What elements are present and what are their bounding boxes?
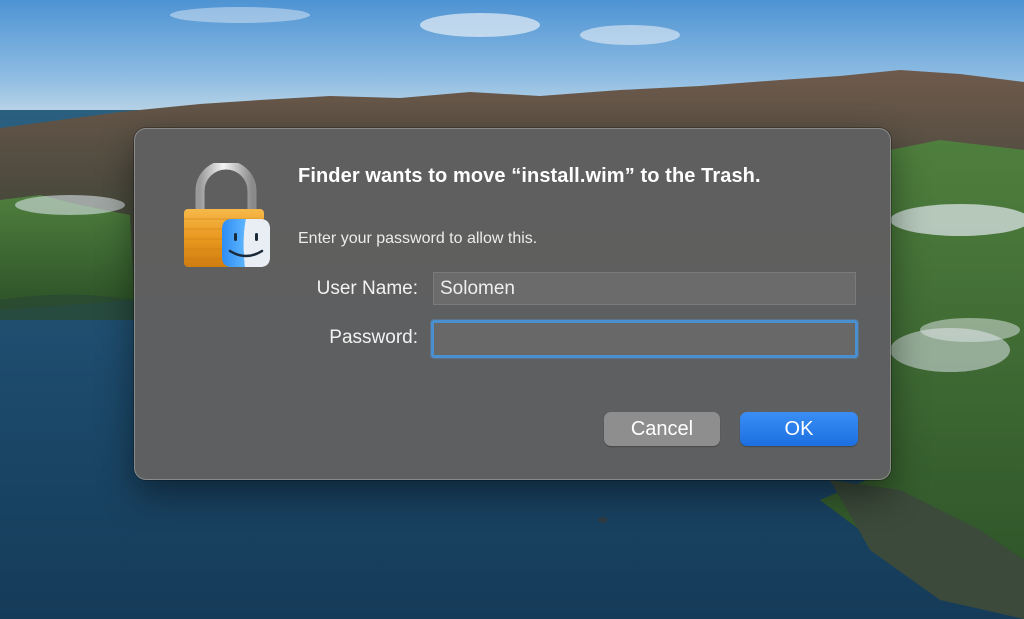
- desktop: Finder wants to move “install.wim” to th…: [0, 0, 1024, 619]
- dialog-title: Finder wants to move “install.wim” to th…: [298, 165, 761, 187]
- dialog-message: Enter your password to allow this.: [298, 230, 538, 247]
- ok-button[interactable]: OK: [740, 412, 858, 446]
- lock-finder-icon: [184, 163, 270, 267]
- cancel-button[interactable]: Cancel: [604, 412, 720, 446]
- username-field[interactable]: [433, 272, 856, 305]
- password-label: Password:: [329, 327, 418, 348]
- password-field[interactable]: [431, 320, 858, 358]
- username-label: User Name:: [316, 278, 418, 299]
